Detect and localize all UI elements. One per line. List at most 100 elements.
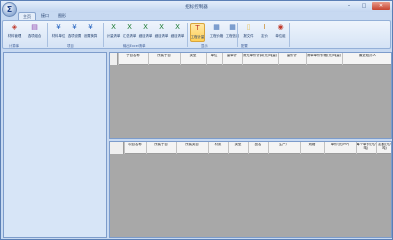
column-separator (376, 142, 377, 154)
column-separator (242, 53, 243, 65)
minimize-button[interactable]: – (342, 2, 356, 10)
ribbon-button-label: 工程价格 (209, 34, 224, 38)
column-separator (180, 53, 181, 65)
ribbon-button-label: 单位组 (275, 34, 286, 38)
ribbon-button-5[interactable]: X 计量清单 (106, 23, 121, 42)
excel-icon: X (175, 23, 180, 31)
ribbon-button-3[interactable]: ¥ 选项设置 (67, 23, 82, 42)
column-header[interactable]: 所属类目 (176, 143, 208, 154)
column-header[interactable]: 最近经办人 (342, 54, 393, 65)
column-header[interactable]: 量价计 (278, 54, 306, 65)
options-combine-icon: ▤ (31, 23, 38, 31)
ribbon-button-label: 选项设置 (67, 34, 82, 38)
ribbon-group-label: 计算库 (9, 44, 20, 48)
materials-icon: ◈ (11, 23, 18, 31)
maximize-button[interactable]: □ (357, 2, 371, 10)
ribbon-group-separator (237, 23, 238, 47)
column-separator (148, 53, 149, 65)
column-separator (228, 142, 229, 154)
grid-corner (110, 53, 118, 65)
app-menu-orb[interactable]: Σ (2, 2, 17, 17)
excel-icon: X (111, 23, 116, 31)
project-tree-panel[interactable] (3, 52, 107, 238)
ribbon-button-label: 选项组合 (27, 34, 42, 38)
ribbon-button-6[interactable]: X 汇总清单 (122, 23, 137, 42)
column-header[interactable]: 定额(元/吨) (376, 143, 393, 154)
bottom-data-grid[interactable]: 项目名称 所属子目 所属类目 材质 类型 品名 生产厂 规格 单价(元/m³) 每个单价(元/吨)… (109, 141, 392, 238)
column-header[interactable]: 清无单价计算(元/吨量) (242, 54, 278, 65)
column-header[interactable]: 生产厂 (268, 143, 300, 154)
column-separator (118, 53, 119, 65)
pricing-icon: I (263, 23, 266, 31)
column-header[interactable]: 子目名称 (118, 54, 148, 65)
column-header[interactable]: 项目名称 (124, 143, 146, 154)
ribbon-button-1[interactable]: ▤ 选项组合 (27, 23, 42, 42)
column-separator (124, 142, 125, 154)
engineering-measure-icon: T (195, 24, 200, 32)
ribbon-button-13[interactable]: ▯ 报文件 (241, 23, 256, 42)
column-separator (176, 142, 177, 154)
column-header[interactable]: 类型 (180, 54, 206, 65)
ribbon-button-14[interactable]: I 定价 (257, 23, 272, 42)
ribbon-group-label: 配置 (241, 44, 248, 48)
column-header[interactable]: 类型 (228, 143, 248, 154)
column-header[interactable]: 所属子目 (146, 143, 176, 154)
ribbon-group-separator (47, 23, 48, 47)
column-separator (356, 142, 357, 154)
yen-convert-icon: ¥ (88, 23, 93, 31)
unit-group-icon: ◉ (277, 23, 284, 31)
excel-icon: X (127, 23, 132, 31)
ribbon-button-15[interactable]: ◉ 单位组 (273, 23, 288, 42)
ribbon-button-label: 报文件 (243, 34, 254, 38)
grid-header: 项目名称 所属子目 所属类目 材质 类型 品名 生产厂 规格 单价(元/m³) 每个单价(元/吨)… (110, 142, 391, 154)
tab-graphics[interactable]: 图形 (54, 12, 70, 20)
ribbon-group-separator (187, 23, 188, 47)
column-separator (206, 53, 207, 65)
ribbon-button-7[interactable]: X 细目清单 (138, 23, 153, 42)
column-header[interactable]: 单价(元/m³) (324, 143, 356, 154)
column-header[interactable]: 量单计 (222, 54, 242, 65)
column-separator (306, 53, 307, 65)
column-header[interactable]: 品名 (248, 143, 268, 154)
tab-interface[interactable]: 接口 (37, 12, 53, 20)
excel-icon: X (143, 23, 148, 31)
ribbon-group-label: 输出Excel清单 (123, 44, 146, 48)
ribbon-group-separator (103, 23, 104, 47)
ribbon-button-10[interactable]: T 工程计量 (190, 23, 205, 42)
ribbon-button-label: 计量清单 (106, 34, 121, 38)
ribbon-tabs: 主页 接口 图形 (18, 12, 70, 20)
app-window: 招标控制器 – □ ✕ Σ 主页 接口 图形 ◈ 材料管理 ▤ 选项组合 ¥ 材料单位 ¥ 选… (0, 0, 393, 240)
tab-home[interactable]: 主页 (18, 12, 36, 20)
info-icon: ▦ (229, 23, 236, 31)
ribbon-button-label: 设置换算 (83, 34, 98, 38)
column-header[interactable]: 单位 (206, 54, 222, 65)
file-icon: ▯ (246, 23, 251, 31)
column-header[interactable]: 清单单价价格(元/吨量) (306, 54, 342, 65)
yen-icon: ¥ (56, 23, 61, 31)
ribbon-group-separator (289, 23, 290, 47)
ribbon-button-2[interactable]: ¥ 材料单位 (51, 23, 66, 42)
column-separator (248, 142, 249, 154)
column-header[interactable]: 所属子目 (148, 54, 180, 65)
column-header[interactable]: 材质 (208, 143, 228, 154)
ribbon-button-11[interactable]: ▦ 工程价格 (209, 23, 224, 42)
top-data-grid[interactable]: 子目名称 所属子目 类型 单位 量单计 清无单价计算(元/吨量) 量价计 清单单价价格(元/吨… (109, 52, 392, 139)
ribbon-button-label: 细目清单 (154, 34, 169, 38)
ribbon-button-9[interactable]: X 细目清单 (170, 23, 185, 42)
column-separator (300, 142, 301, 154)
ribbon-button-8[interactable]: X 细目清单 (154, 23, 169, 42)
close-button[interactable]: ✕ (372, 2, 390, 10)
title-bar: 招标控制器 – □ ✕ (1, 1, 392, 12)
column-separator (278, 53, 279, 65)
column-separator (208, 142, 209, 154)
ribbon-button-label: 材料单位 (51, 34, 66, 38)
ribbon-button-4[interactable]: ¥ 设置换算 (83, 23, 98, 42)
ribbon-button-label: 工程计量 (190, 35, 205, 39)
ribbon-group-label: 显示 (201, 44, 208, 48)
ribbon-button-label: 细目清单 (138, 34, 153, 38)
ribbon-group-label: 项目 (67, 44, 74, 48)
column-header[interactable]: 每个单价(元/吨) (356, 143, 376, 154)
column-header[interactable]: 规格 (300, 143, 324, 154)
ribbon-button-label: 细目清单 (170, 34, 185, 38)
ribbon-button-0[interactable]: ◈ 材料管理 (7, 23, 22, 42)
